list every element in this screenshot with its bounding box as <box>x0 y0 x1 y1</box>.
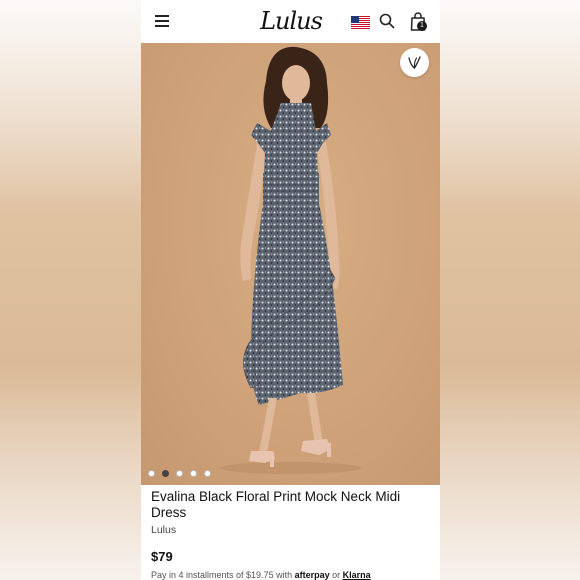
installment-info: Pay in 4 installments of $19.75 with aft… <box>151 570 371 580</box>
carousel-dot[interactable] <box>176 470 183 477</box>
search-icon[interactable] <box>379 13 395 29</box>
carousel-dot[interactable] <box>148 470 155 477</box>
hamburger-icon[interactable] <box>155 15 169 27</box>
site-header: Lulus 1 <box>141 0 440 43</box>
carousel-dot[interactable] <box>190 470 197 477</box>
product-title: Evalina Black Floral Print Mock Neck Mid… <box>151 489 401 520</box>
blurred-background-left <box>0 0 141 580</box>
blurred-background-right <box>440 0 580 580</box>
installment-text: Pay in 4 installments of $19.75 with <box>151 570 293 580</box>
wishlist-v-icon <box>408 56 421 69</box>
cart-count-badge: 1 <box>417 21 427 31</box>
product-price: $79 <box>151 549 173 564</box>
lulus-logo[interactable]: Lulus <box>260 4 323 38</box>
us-flag-icon[interactable] <box>351 16 370 29</box>
product-image[interactable] <box>141 43 440 485</box>
installment-or: or <box>332 570 341 580</box>
dress-model-illustration <box>221 46 361 474</box>
afterpay-logo[interactable]: afterpay <box>295 570 330 580</box>
carousel-dots <box>148 470 211 478</box>
carousel-dot-active[interactable] <box>162 470 169 477</box>
wishlist-button[interactable] <box>400 48 429 77</box>
product-brand[interactable]: Lulus <box>151 524 176 536</box>
klarna-link[interactable]: Klarna <box>343 570 371 580</box>
phone-screen: Lulus 1 Evalina Black Floral Print Mock … <box>141 0 440 580</box>
carousel-dot[interactable] <box>204 470 211 477</box>
